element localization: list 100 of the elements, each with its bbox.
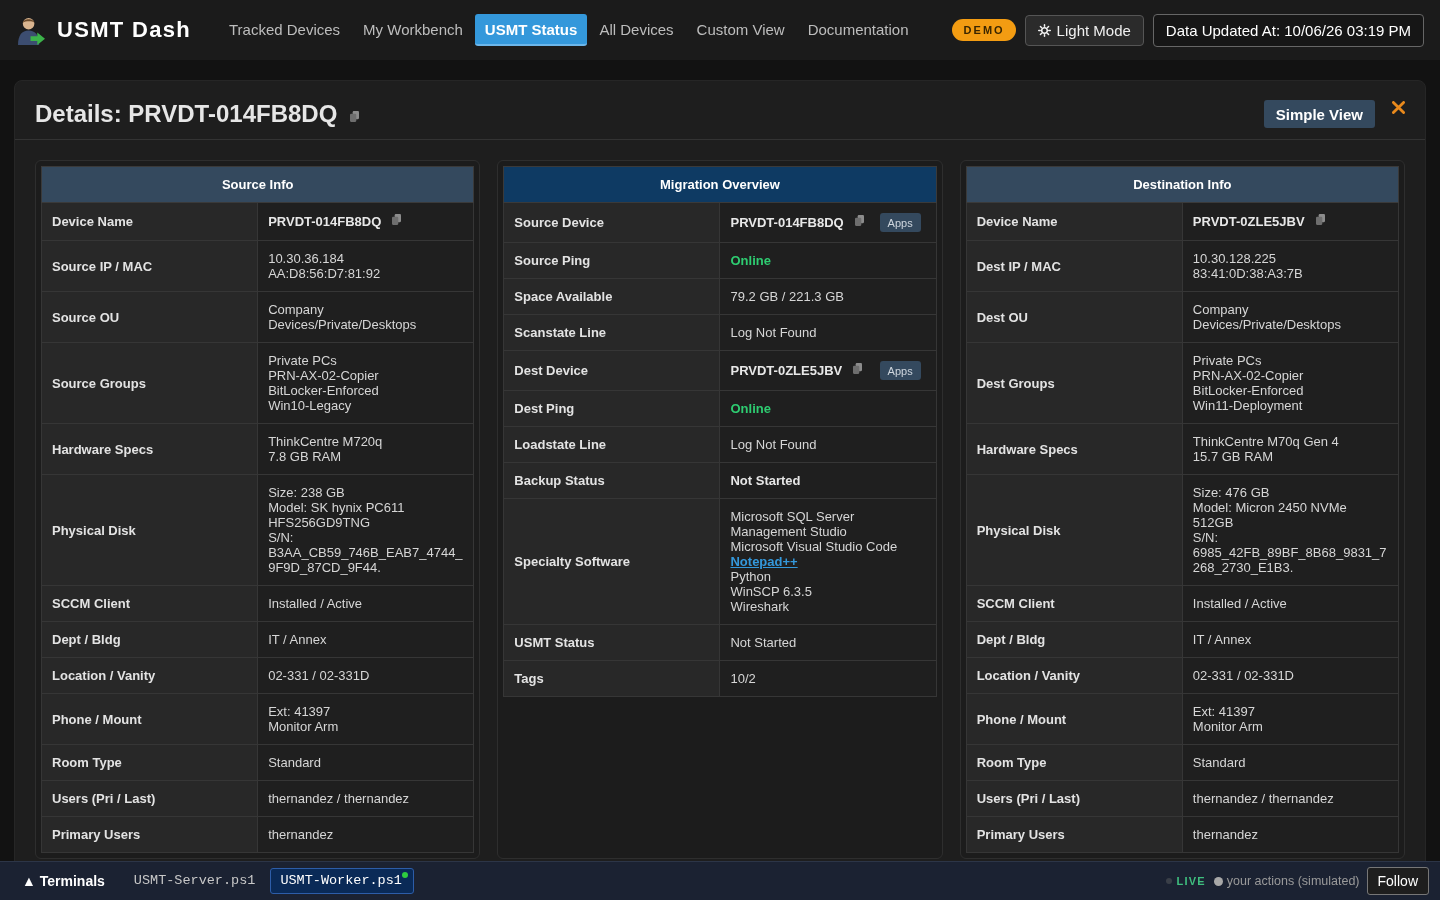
field-label: Phone / Mount (976, 711, 1067, 727)
field-label: Source Ping (514, 253, 591, 268)
panel-header: Destination Info (966, 166, 1399, 203)
field-label: Source Groups (52, 375, 146, 391)
copy-icon[interactable] (854, 215, 864, 226)
field-value: Company Devices/Private/Desktops (268, 302, 418, 332)
person-arrow-icon (18, 15, 45, 45)
field-label: Device Name (976, 214, 1058, 229)
field-value: Size: 238 GB Model: SK hynix PC611 HFS256GD9TNG S/N: B3AA_CB59_746B_EAB7_4744_9F9D_87CD_9F44. (268, 485, 464, 575)
field-label: Primary Users (52, 827, 141, 842)
field-label: Dest Device (514, 363, 589, 378)
close-button[interactable] (1392, 101, 1405, 114)
field-label: Dept / Bldg (976, 632, 1046, 647)
field-value: Not Started (730, 635, 797, 650)
field-value: thernandez / thernandez (1192, 791, 1334, 806)
field-value: Online (730, 253, 771, 268)
field-label: Hardware Specs (976, 441, 1078, 457)
sun-icon (1037, 23, 1051, 37)
field-value: Installed / Active (1192, 596, 1287, 611)
field-value: Log Not Found (730, 325, 817, 340)
copy-icon[interactable] (350, 110, 360, 122)
nav-link[interactable]: Documentation (796, 14, 920, 46)
software-list: Microsoft SQL Server Management Studio Microsoft Visual Studio Code Notepad++ Python WinSCP 6.3.5 Wireshark (730, 509, 926, 614)
field-value: ThinkCentre M720q 7.8 GB RAM (268, 434, 383, 464)
field-label: Dest Ping (514, 401, 575, 416)
field-value: Ext: 41397 Monitor Arm (268, 704, 339, 734)
simple-view-button[interactable]: Simple View (1263, 100, 1375, 128)
nav-link[interactable]: All Devices (588, 14, 685, 46)
field-label: Phone / Mount (52, 711, 142, 727)
field-value: Private PCs PRN-AX-02-Copier BitLocker-Enforced Win11-Deployment (1192, 353, 1304, 413)
status-dot-icon (1165, 878, 1172, 884)
field-label: Scanstate Line (514, 325, 607, 340)
copy-icon[interactable] (392, 214, 402, 225)
copy-icon[interactable] (1315, 214, 1325, 225)
field-label: Hardware Specs (52, 441, 154, 457)
field-label: Backup Status (514, 473, 605, 488)
field-value: Standard (1192, 755, 1246, 770)
field-label: Loadstate Line (514, 437, 607, 452)
field-label: Dest IP / MAC (976, 258, 1061, 274)
field-value: Size: 476 GB Model: Micron 2450 NVMe 512GB S/N: 6985_42FB_89BF_8B68_9831_7268_2730_E1B3. (1192, 485, 1388, 575)
copy-icon[interactable] (853, 363, 863, 374)
field-value: Log Not Found (730, 437, 817, 452)
field-label: USMT Status (514, 635, 595, 650)
close-icon (1392, 101, 1405, 114)
software-link[interactable]: Notepad++ (730, 554, 798, 569)
apps-button[interactable]: Apps (879, 361, 921, 380)
field-label: Device Name (52, 214, 133, 229)
field-label: Space Available (514, 289, 613, 304)
nav-link[interactable]: Custom View (685, 14, 796, 46)
field-value: Online (730, 401, 771, 416)
terminal-tab[interactable]: USMT-Server.ps1 (123, 868, 266, 894)
demo-badge: DEMO (951, 19, 1016, 41)
data-updated-label: Data Updated At: 10/06/26 03:19 PM (1152, 13, 1424, 47)
field-value: 79.2 GB / 221.3 GB (730, 289, 844, 304)
status-dot-icon (1213, 876, 1223, 886)
field-value: 10.30.36.184 AA:D8:56:D7:81:92 (268, 251, 381, 281)
field-value: 02-331 / 02-331D (1192, 668, 1294, 683)
field-value: Ext: 41397 Monitor Arm (1192, 704, 1263, 734)
device-name: PRVDT-0ZLE5JBV (1192, 214, 1305, 229)
field-label: Room Type (976, 755, 1047, 770)
device-name: PRVDT-0ZLE5JBV (730, 363, 843, 378)
field-value: ThinkCentre M70q Gen 4 15.7 GB RAM (1192, 434, 1339, 464)
field-value: IT / Annex (1192, 632, 1252, 647)
field-label: Source OU (52, 309, 120, 325)
nav-link[interactable]: Tracked Devices (217, 14, 352, 46)
field-label: Source IP / MAC (52, 258, 153, 274)
field-label: Physical Disk (976, 522, 1061, 538)
apps-button[interactable]: Apps (879, 213, 921, 232)
field-label: Primary Users (976, 827, 1065, 842)
field-label: Location / Vanity (52, 668, 156, 683)
field-value: Private PCs PRN-AX-02-Copier BitLocker-Enforced Win10-Legacy (268, 353, 379, 413)
field-value: thernandez / thernandez (268, 791, 410, 806)
nav-link[interactable]: My Workbench (352, 14, 474, 46)
live-label: LIVE (1176, 875, 1206, 887)
field-value: 10/2 (730, 671, 756, 686)
field-value: IT / Annex (268, 632, 327, 647)
field-value: thernandez (1192, 827, 1258, 842)
field-value: 10.30.128.225 83:41:0D:38:A3:7B (1192, 251, 1303, 281)
activity-label: your actions (simulated) (1226, 874, 1360, 888)
field-label: Users (Pri / Last) (52, 791, 156, 806)
field-value: 02-331 / 02-331D (268, 668, 370, 683)
field-label: Physical Disk (52, 522, 136, 538)
field-label: Users (Pri / Last) (976, 791, 1080, 806)
field-label: Specialty Software (514, 554, 630, 569)
details-title: Details: PRVDT-014FB8DQ (35, 100, 338, 128)
field-value: Not Started (730, 473, 801, 488)
follow-button[interactable]: Follow (1366, 867, 1429, 895)
field-label: Source Device (514, 215, 604, 230)
field-value: Company Devices/Private/Desktops (1192, 302, 1342, 332)
panel-header: Source Info (41, 166, 474, 203)
terminals-toggle[interactable]: ▲ Terminals (22, 873, 105, 889)
app-title: USMT Dash (57, 17, 191, 43)
device-name: PRVDT-014FB8DQ (730, 215, 844, 230)
field-label: Dest OU (976, 309, 1028, 325)
field-value: Standard (268, 755, 321, 770)
field-value: thernandez (268, 827, 334, 842)
field-label: Tags (514, 671, 544, 686)
terminal-tab[interactable]: USMT-Worker.ps1 (270, 868, 414, 894)
light-mode-button[interactable]: Light Mode (1024, 14, 1144, 46)
panel-header: Migration Overview (503, 166, 937, 203)
